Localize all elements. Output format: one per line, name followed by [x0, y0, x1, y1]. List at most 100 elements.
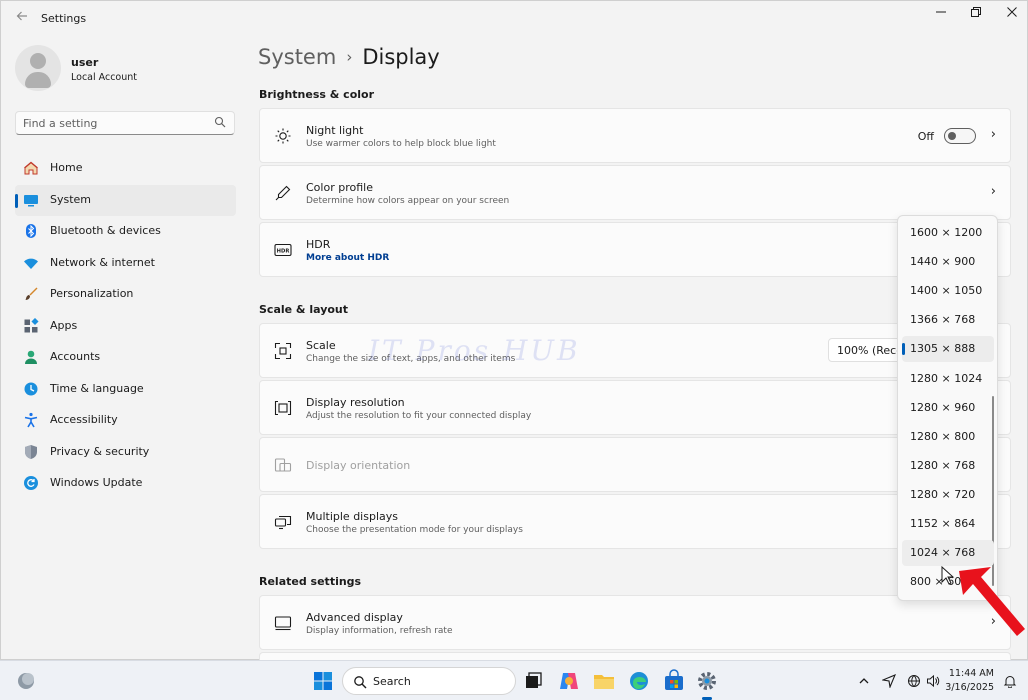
scale-title: Scale [306, 339, 336, 352]
resolution-option-label: 1400 × 1050 [910, 284, 983, 298]
night-light-state: Off [917, 130, 934, 143]
wifi-icon [24, 258, 38, 269]
taskbar: Search 11:44 AM 3/16/2025 [0, 660, 1028, 700]
color-profile-card[interactable]: Color profile Determine how colors appea… [259, 165, 1011, 220]
taskbar-search[interactable]: Search [342, 667, 516, 695]
resolution-option[interactable]: 1280 × 1024 [902, 366, 994, 392]
brush-icon [25, 287, 38, 300]
update-icon [24, 476, 38, 490]
resolution-option[interactable]: 1280 × 768 [902, 453, 994, 479]
search-input[interactable] [23, 115, 213, 131]
location-icon[interactable] [882, 674, 896, 688]
color-profile-description: Determine how colors appear on your scre… [306, 196, 510, 206]
sidebar-item-windows-update[interactable]: Windows Update [15, 468, 236, 500]
title-bar: Settings [1, 1, 1027, 35]
resolution-option[interactable]: 1280 × 720 [902, 482, 994, 508]
avatar [15, 45, 61, 91]
advanced-display-card[interactable]: Advanced display Display information, re… [259, 595, 1011, 650]
color-profile-title: Color profile [306, 181, 373, 194]
weather-widget-icon[interactable] [14, 669, 38, 693]
sidebar-item-privacy[interactable]: Privacy & security [15, 437, 236, 469]
sidebar-item-time-language[interactable]: Time & language [15, 374, 236, 406]
sidebar-item-bluetooth[interactable]: Bluetooth & devices [15, 216, 236, 248]
more-about-hdr-link[interactable]: More about HDR [306, 253, 389, 263]
windows-start-icon[interactable] [311, 669, 335, 693]
resolution-option[interactable]: 1280 × 960 [902, 395, 994, 421]
apps-icon [24, 317, 39, 332]
accounts-icon [25, 350, 37, 364]
globe-icon [24, 382, 38, 395]
sidebar-item-network[interactable]: Network & internet [15, 248, 236, 280]
task-view-icon[interactable] [521, 669, 545, 693]
close-button[interactable] [994, 3, 1028, 23]
chevron-up-icon[interactable] [857, 674, 871, 688]
sidebar-item-label: Bluetooth & devices [50, 224, 161, 237]
sidebar-item-system[interactable]: System [15, 184, 236, 216]
resolution-option[interactable]: 1600 × 1200 [902, 220, 994, 246]
resolution-option[interactable]: 1400 × 1050 [902, 278, 994, 304]
restore-button[interactable] [958, 3, 994, 23]
sidebar-item-accounts[interactable]: Accounts [15, 342, 236, 374]
night-light-card[interactable]: Night light Use warmer colors to help bl… [259, 108, 1011, 163]
settings-search[interactable] [15, 111, 235, 135]
system-icon [24, 194, 38, 206]
section-scale-layout: Scale & layout [259, 303, 349, 316]
edge-browser-icon[interactable] [627, 669, 651, 693]
settings-window: Settings user Local Account Home System [0, 0, 1028, 662]
copilot-icon[interactable] [557, 669, 581, 693]
accessibility-icon [24, 412, 38, 428]
section-related-settings: Related settings [259, 575, 362, 588]
volume-icon[interactable] [926, 674, 940, 688]
red-arrow-annotation [959, 567, 1025, 636]
sidebar-item-label: Network & internet [50, 255, 155, 269]
advanced-display-title: Advanced display [306, 611, 403, 624]
monitor-icon [274, 616, 292, 631]
resolution-option[interactable]: 1305 × 888 [902, 336, 994, 363]
restore-icon [971, 7, 981, 17]
shield-icon [25, 444, 37, 459]
network-globe-icon[interactable] [907, 674, 921, 688]
sidebar-item-label: Windows Update [50, 476, 143, 489]
sidebar-item-apps[interactable]: Apps [15, 311, 236, 343]
breadcrumb-separator: › [346, 48, 353, 66]
sidebar-item-label: Accounts [50, 350, 101, 363]
system-clock[interactable]: 11:44 AM 3/16/2025 [944, 667, 994, 695]
resolution-option[interactable]: 1440 × 900 [902, 249, 994, 275]
resolution-option-label: 1024 × 768 [910, 546, 976, 560]
night-light-toggle[interactable] [944, 128, 976, 144]
multiple-displays-description: Choose the presentation mode for your di… [306, 525, 523, 535]
user-profile[interactable]: user Local Account [15, 45, 235, 91]
resolution-option[interactable]: 1280 × 800 [902, 424, 994, 450]
resolution-option-label: 1600 × 1200 [910, 226, 983, 239]
resolution-option-label: 1440 × 900 [910, 255, 976, 269]
page-title: Display [362, 45, 440, 69]
resolution-option-label: 1152 × 864 [910, 517, 976, 530]
sidebar-item-label: Accessibility [50, 413, 118, 426]
display-orientation-title: Display orientation [306, 459, 411, 472]
sidebar-item-home[interactable]: Home [15, 153, 236, 185]
resolution-dropdown-list[interactable]: 1600 × 1200 1440 × 900 1400 × 1050 1366 × 7… [897, 215, 998, 601]
resolution-option[interactable]: 1152 × 864 [902, 511, 994, 537]
night-light-description: Use warmer colors to help block blue lig… [306, 139, 496, 149]
resolution-option[interactable]: 1366 × 768 [902, 307, 994, 333]
sidebar-item-accessibility[interactable]: Accessibility [15, 405, 236, 437]
hdr-icon: HDR [274, 243, 292, 257]
minimize-button[interactable] [923, 3, 959, 23]
sidebar-item-personalization[interactable]: Personalization [15, 279, 236, 311]
microsoft-store-icon[interactable] [662, 669, 686, 693]
resolution-option-label: 1280 × 800 [910, 429, 976, 443]
notification-bell-icon[interactable] [1003, 674, 1017, 688]
multiple-displays-icon [274, 515, 292, 530]
resolution-option-label: 1280 × 1024 [910, 371, 983, 385]
settings-gear-icon[interactable] [695, 669, 719, 693]
back-button[interactable] [13, 9, 31, 27]
resolution-option-label: 1280 × 720 [910, 487, 976, 501]
watermark-text: IT Pros HUB [368, 334, 581, 367]
chevron-right-icon: › [990, 184, 996, 199]
breadcrumb-system[interactable]: System [258, 45, 336, 69]
file-explorer-icon[interactable] [592, 669, 616, 693]
resolution-icon [274, 400, 292, 416]
sidebar-item-label: Time & language [50, 381, 144, 395]
minimize-icon [936, 11, 946, 13]
close-icon [1007, 7, 1017, 17]
